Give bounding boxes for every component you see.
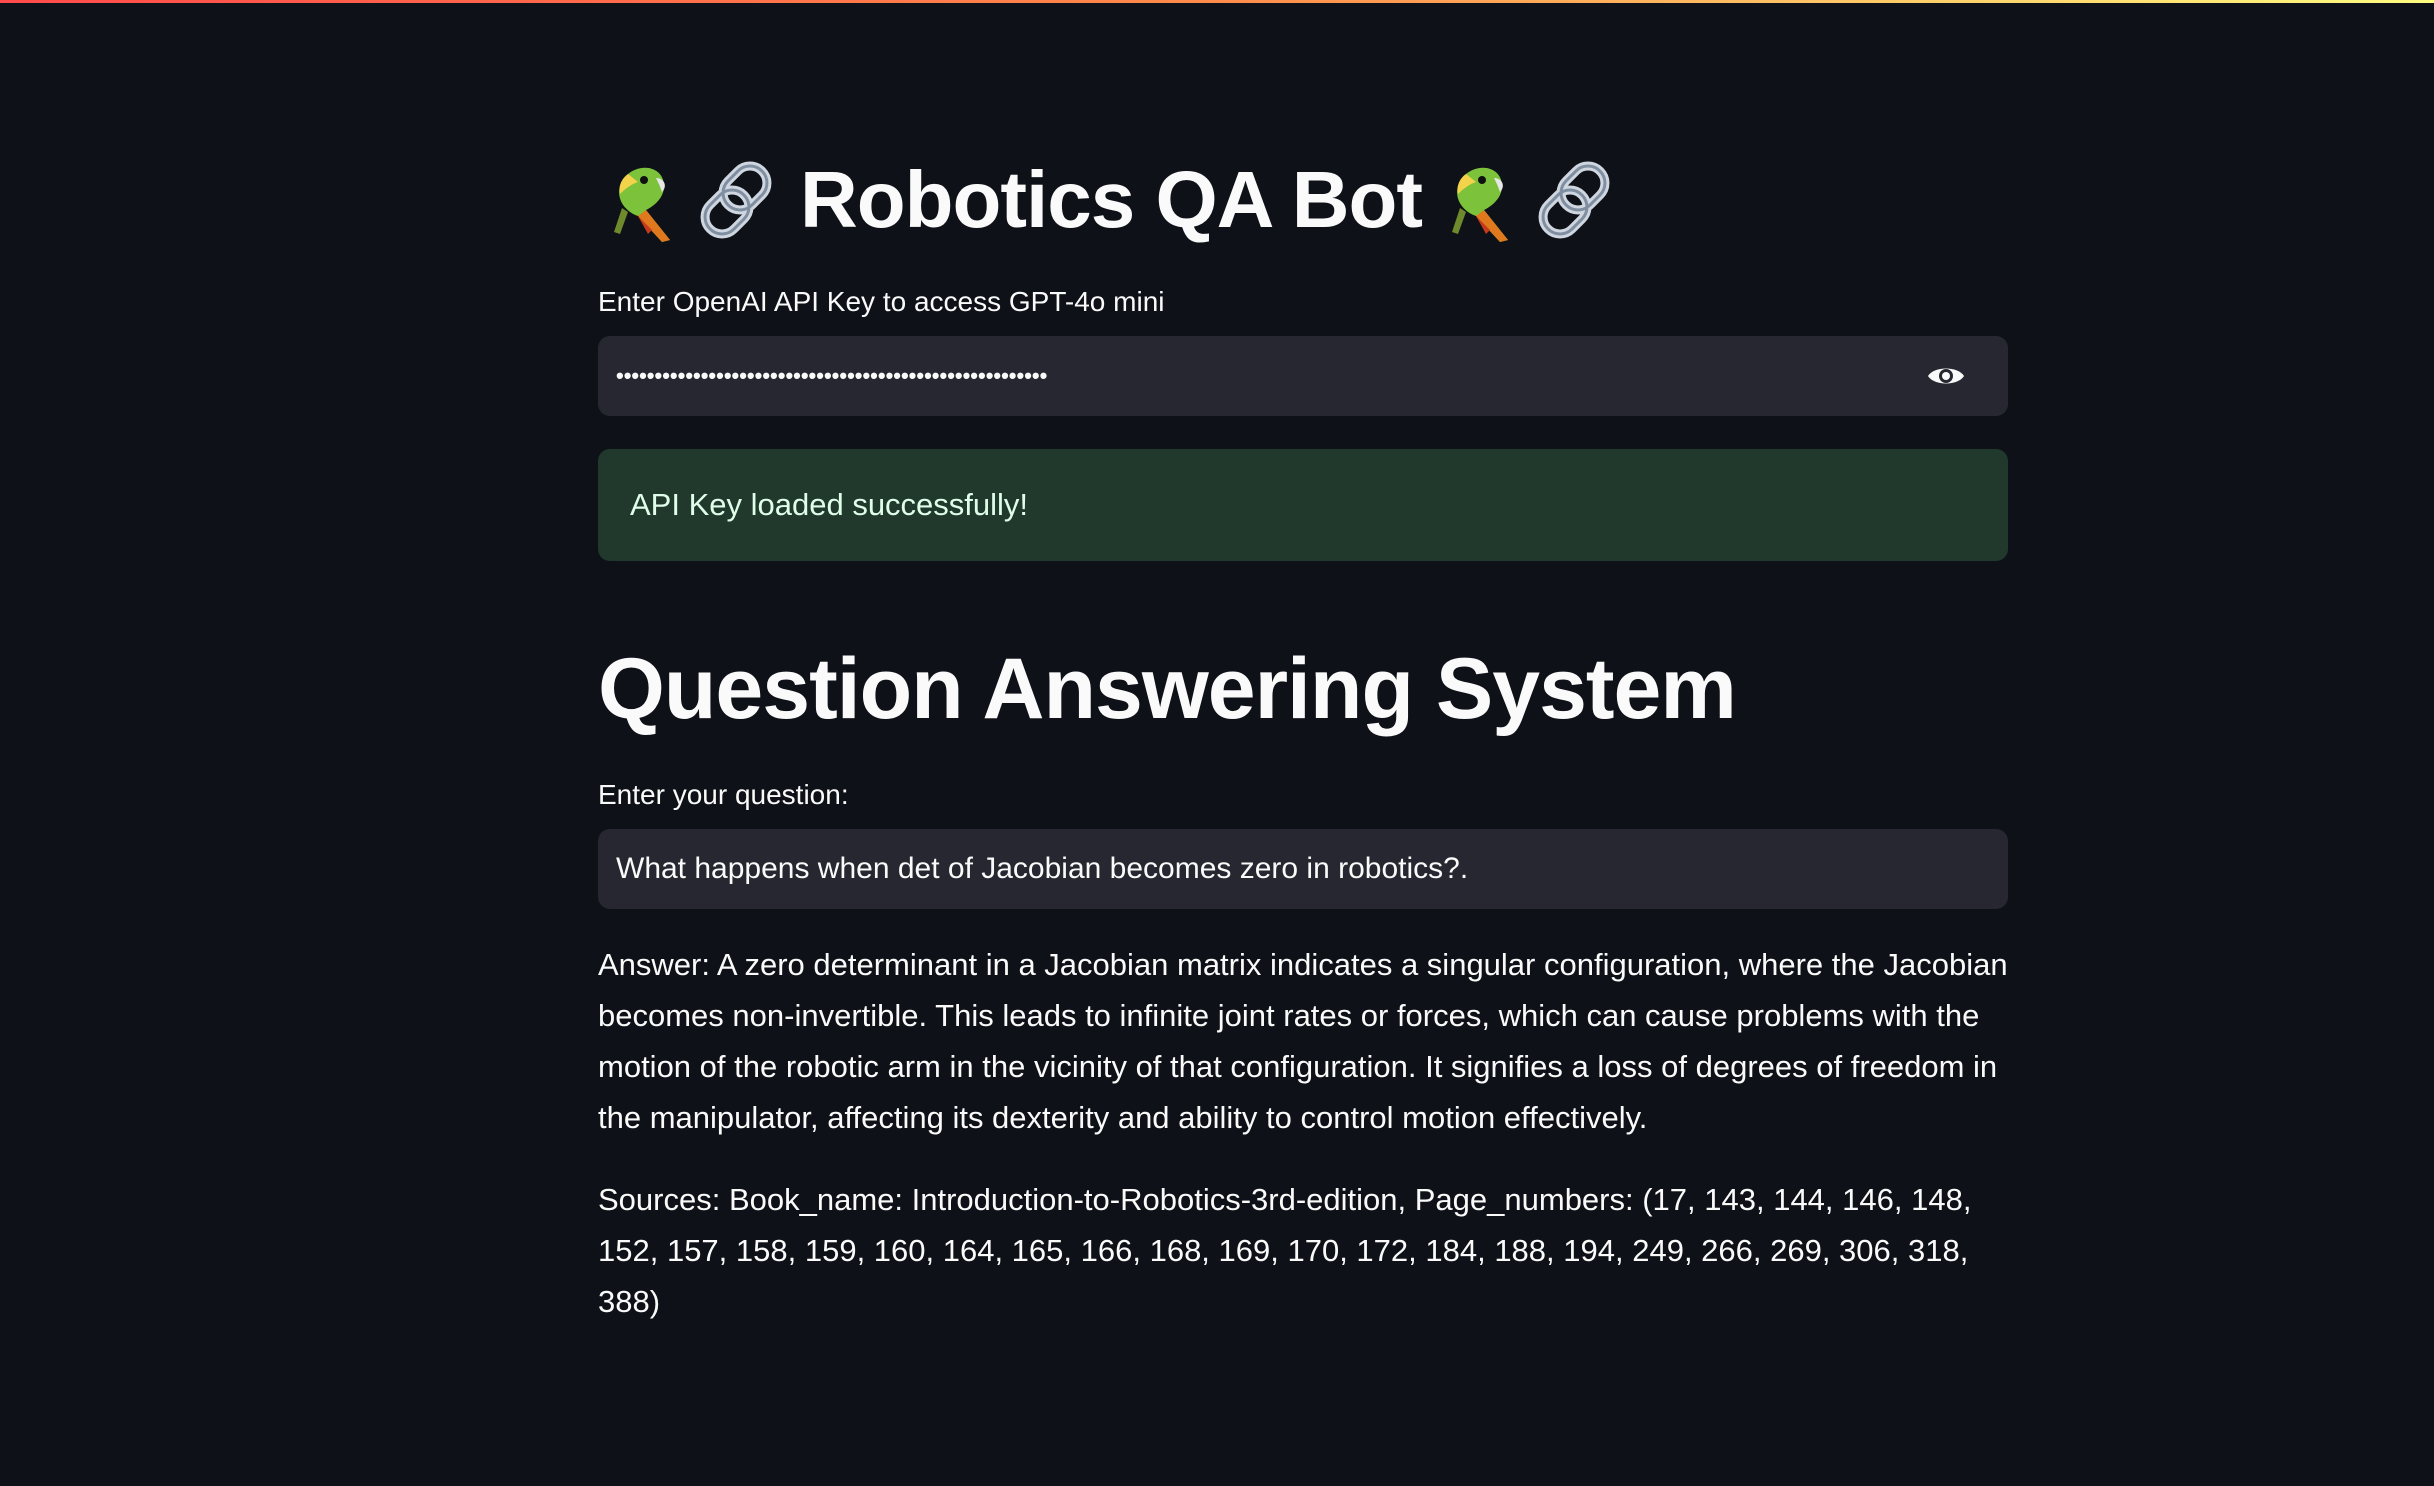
top-decoration-bar bbox=[0, 0, 2434, 3]
main-content: Robotics QA Bot Enter OpenAI API Key to … bbox=[598, 140, 2008, 1358]
show-password-button[interactable] bbox=[1926, 358, 1966, 394]
answer-text: Answer: A zero determinant in a Jacobian… bbox=[598, 947, 2008, 1135]
link-icon bbox=[700, 161, 772, 239]
page-title: Robotics QA Bot bbox=[598, 140, 2008, 260]
api-key-label: Enter OpenAI API Key to access GPT-4o mi… bbox=[598, 286, 1165, 317]
sources-text: Sources: Book_name: Introduction-to-Robo… bbox=[598, 1182, 1972, 1319]
api-key-input[interactable]: ••••••••••••••••••••••••••••••••••••••••… bbox=[598, 336, 2008, 416]
page-title-text: Robotics QA Bot bbox=[800, 155, 1423, 244]
question-input[interactable]: What happens when det of Jacobian become… bbox=[598, 829, 2008, 909]
link-icon bbox=[1538, 161, 1610, 239]
title-emoji-right bbox=[1436, 150, 1620, 250]
question-input-value: What happens when det of Jacobian become… bbox=[616, 852, 1469, 885]
parrot-icon bbox=[1452, 167, 1508, 242]
title-emoji-left bbox=[598, 150, 782, 250]
success-alert: API Key loaded successfully! bbox=[598, 449, 2008, 561]
eye-icon bbox=[1928, 368, 1964, 384]
section-heading: Question Answering System bbox=[598, 641, 1737, 737]
api-key-masked-value: ••••••••••••••••••••••••••••••••••••••••… bbox=[616, 363, 1048, 388]
success-message: API Key loaded successfully! bbox=[630, 487, 1029, 522]
parrot-icon bbox=[614, 167, 670, 242]
question-label: Enter your question: bbox=[598, 779, 849, 810]
